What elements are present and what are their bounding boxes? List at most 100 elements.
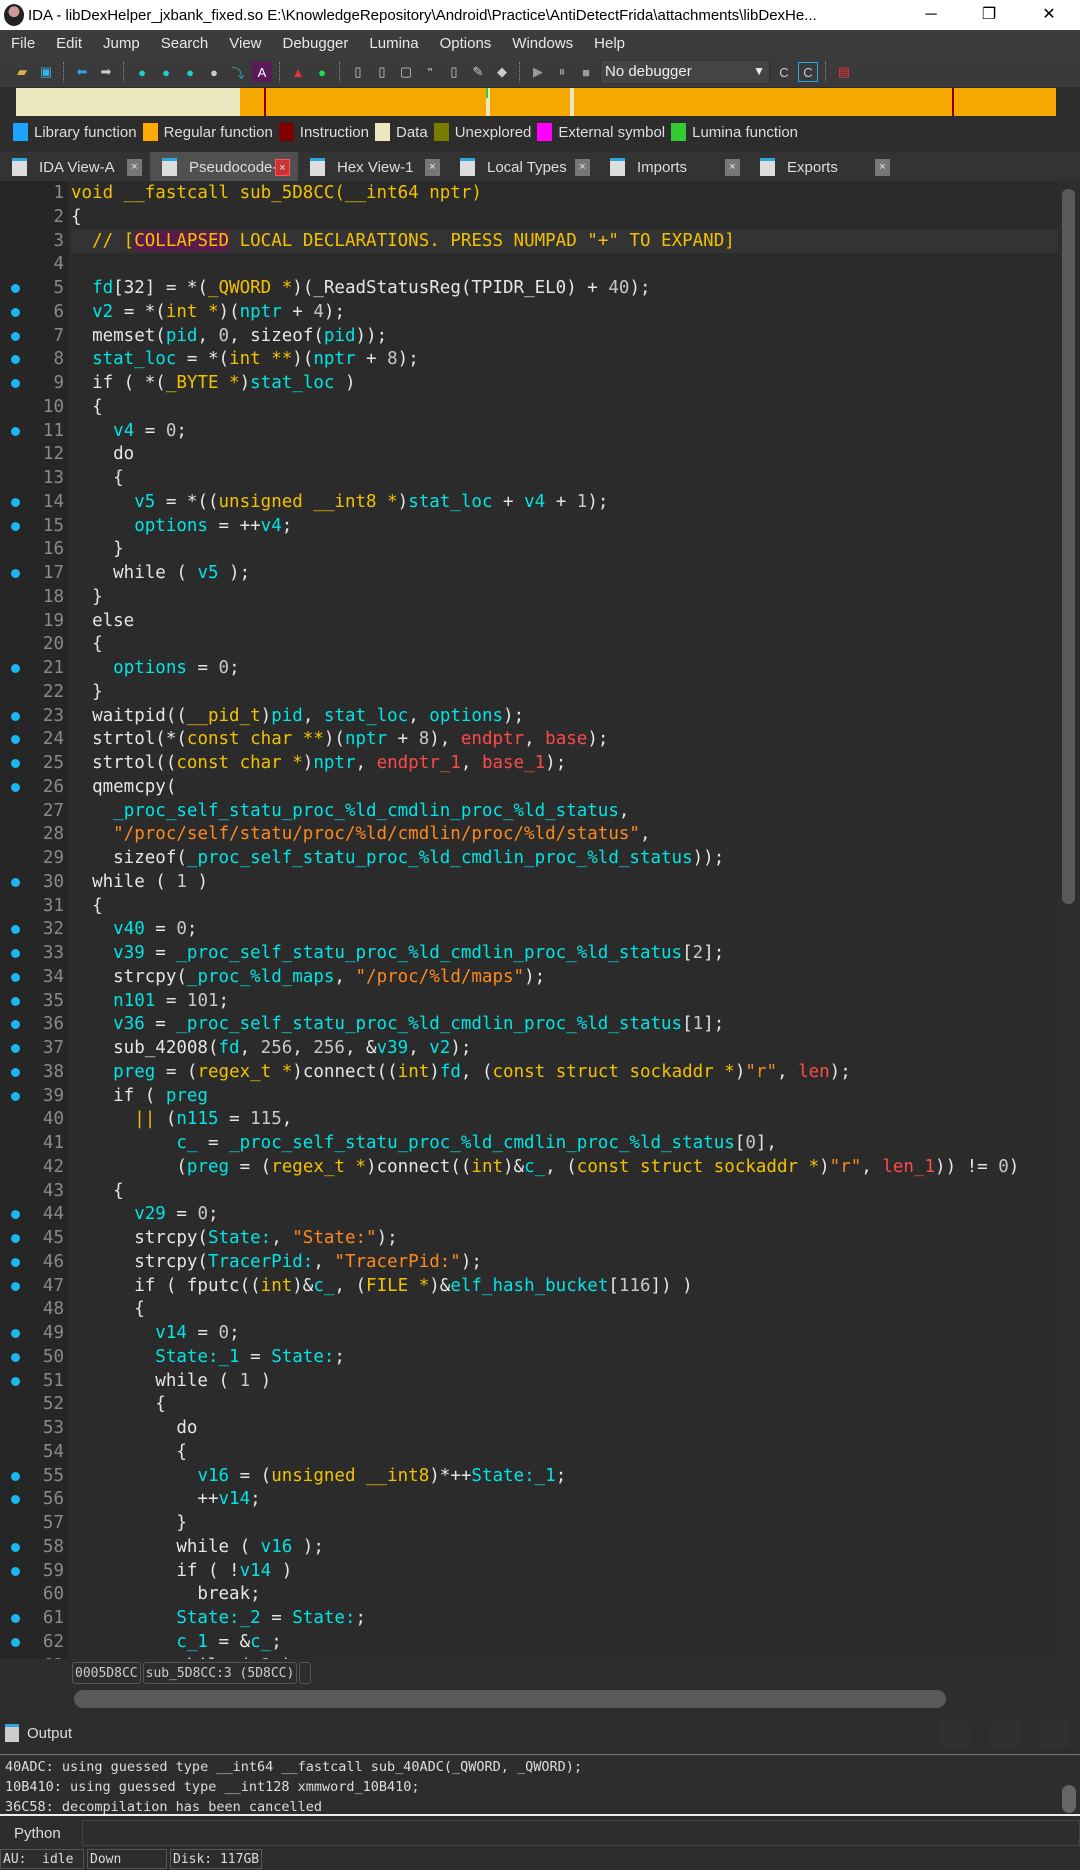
breakpoint-dot-icon[interactable] [11, 949, 20, 958]
menu-lumina[interactable]: Lumina [358, 35, 428, 52]
stop-icon[interactable]: ■ [576, 62, 596, 82]
scrollbar-thumb[interactable] [1062, 189, 1075, 904]
struct-icon[interactable]: ▢ [396, 62, 416, 82]
breakpoint-dot-icon[interactable] [11, 1091, 20, 1101]
tab-hex-view-1[interactable]: Hex View-1 × [298, 152, 448, 182]
code-icon[interactable]: ▯ [348, 62, 368, 82]
code-text[interactable]: break; [71, 1582, 260, 1606]
code-text[interactable]: { [71, 1179, 124, 1203]
tab-close-icon[interactable]: × [425, 159, 440, 176]
strings-icon[interactable]: A [252, 62, 272, 82]
undefine-icon[interactable]: ✎ [468, 62, 488, 82]
breakpoint-dot-icon[interactable] [11, 1281, 20, 1291]
breakpoint-dot-icon[interactable] [11, 521, 20, 531]
restore-button[interactable]: ❐ [966, 0, 1012, 30]
code-text[interactable]: sizeof(_proc_self_statu_proc_%ld_cmdlin_… [71, 846, 724, 870]
forward-icon[interactable]: ➡ [96, 62, 116, 82]
array-icon[interactable]: ▯ [444, 62, 464, 82]
menu-search[interactable]: Search [150, 35, 219, 52]
minimize-button[interactable]: ─ [908, 0, 954, 30]
menu-view[interactable]: View [218, 35, 271, 52]
open-icon[interactable]: ▰ [12, 62, 32, 82]
code-text[interactable]: (preg = (regex_t *)connect((int)&c_, (co… [71, 1155, 1019, 1179]
breakpoint-dot-icon[interactable] [11, 1566, 20, 1576]
code-text[interactable]: { [71, 1392, 166, 1416]
code-text[interactable]: while ( 1 ) [71, 1654, 292, 1660]
breakpoint-dot-icon[interactable] [11, 307, 20, 317]
breakpoint-dot-icon[interactable] [11, 284, 20, 293]
breakpoint-dot-icon[interactable] [11, 735, 20, 745]
code-text[interactable]: else [71, 609, 134, 633]
breakpoint-dot-icon[interactable] [11, 1210, 20, 1220]
tab-local-types[interactable]: Local Types × [448, 152, 598, 182]
breakpoint-dot-icon[interactable] [11, 1329, 20, 1338]
breakpoint-dot-icon[interactable] [11, 497, 20, 507]
save-icon[interactable]: ▣ [36, 62, 56, 82]
menu-help[interactable]: Help [583, 35, 635, 52]
code-text[interactable]: options = 0; [71, 656, 239, 680]
code-text[interactable]: _proc_self_statu_proc_%ld_cmdlin_proc_%l… [71, 799, 629, 823]
navigation-band[interactable] [16, 88, 1056, 116]
code-text[interactable]: v4 = 0; [71, 419, 187, 443]
back-icon[interactable]: ⬅ [72, 62, 92, 82]
tab-imports[interactable]: Imports × [598, 152, 748, 182]
code-text[interactable]: || (n115 = 115, [71, 1107, 292, 1131]
pause-icon[interactable]: ⏸ [552, 62, 572, 82]
code-text[interactable]: { [71, 1440, 187, 1464]
tab-close-icon[interactable]: × [275, 159, 290, 176]
breakpoint-dot-icon[interactable] [11, 1495, 20, 1505]
breakpoint-dot-icon[interactable] [11, 1067, 20, 1077]
code-text[interactable]: strtol((const char *)nptr, endptr_1, bas… [71, 751, 566, 775]
tab-pseudocode-a[interactable]: Pseudocode-A × [150, 152, 298, 182]
breakpoint-dot-icon[interactable] [11, 1637, 20, 1647]
breakpoint-dot-icon[interactable] [11, 1376, 20, 1386]
code-text[interactable]: options = ++v4; [71, 514, 292, 538]
code-text[interactable]: { [71, 205, 82, 229]
decompile-active-icon[interactable]: C [798, 62, 818, 82]
code-text[interactable]: do [71, 1416, 197, 1440]
code-text[interactable]: } [71, 585, 103, 609]
menu-options[interactable]: Options [429, 35, 502, 52]
tab-close-icon[interactable]: × [725, 159, 740, 176]
debugger-select[interactable]: No debugger ▼ [600, 60, 770, 84]
tab-close-icon[interactable]: × [575, 159, 590, 176]
panel-icon[interactable]: ▤ [834, 62, 854, 82]
code-text[interactable]: preg = (regex_t *)connect((int)fd, (cons… [71, 1060, 851, 1084]
decompile-icon[interactable]: C [774, 62, 794, 82]
code-text[interactable]: strcpy(_proc_%ld_maps, "/proc/%ld/maps")… [71, 965, 545, 989]
breakpoint-dot-icon[interactable] [11, 569, 20, 578]
code-text[interactable]: v5 = *((unsigned __int8 *)stat_loc + v4 … [71, 490, 608, 514]
code-text[interactable]: do [71, 442, 134, 466]
string-icon[interactable]: " [420, 62, 440, 82]
output-restore-button[interactable] [990, 1720, 1020, 1748]
menu-windows[interactable]: Windows [501, 35, 583, 52]
breakpoint-dot-icon[interactable] [11, 355, 20, 365]
code-text[interactable]: { [71, 1297, 145, 1321]
breakpoint-dot-icon[interactable] [11, 664, 20, 673]
run-green-icon[interactable]: ● [312, 62, 332, 82]
data-icon[interactable]: ▯ [372, 62, 392, 82]
breakpoint-dot-icon[interactable] [11, 925, 20, 935]
breakpoint-dot-icon[interactable] [11, 1257, 20, 1267]
code-text[interactable]: sub_42008(fd, 256, 256, &v39, v2); [71, 1036, 471, 1060]
breakpoint-dot-icon[interactable] [11, 331, 20, 341]
breakpoint-dot-icon[interactable] [11, 877, 20, 887]
output-close-button[interactable] [1040, 1720, 1070, 1748]
tab-exports[interactable]: Exports × [748, 152, 898, 182]
code-text[interactable]: v40 = 0; [71, 917, 197, 941]
breakpoint-dot-icon[interactable] [11, 1020, 20, 1030]
breakpoint-dot-icon[interactable] [11, 1471, 20, 1481]
code-text[interactable]: fd[32] = *(_QWORD *)(_ReadStatusReg(TPID… [71, 276, 650, 300]
code-text[interactable]: { [71, 395, 103, 419]
vertical-scrollbar[interactable] [1058, 181, 1080, 1659]
code-text[interactable]: stat_loc = *(int **)(nptr + 8); [71, 347, 419, 371]
breakpoint-dot-icon[interactable] [11, 1352, 20, 1362]
code-text[interactable]: } [71, 1511, 187, 1535]
code-text[interactable]: "/proc/self/statu/proc/%ld/cmdlin/proc/%… [71, 822, 650, 846]
code-text[interactable]: qmemcpy( [71, 775, 176, 799]
code-text[interactable]: void __fastcall sub_5D8CC(__int64 nptr) [71, 181, 482, 205]
output-log[interactable]: 40ADC: using guessed type __int64 __fast… [0, 1754, 1080, 1816]
breakpoint-dot-icon[interactable] [11, 1542, 20, 1552]
breakpoint-dot-icon[interactable] [11, 996, 20, 1006]
code-text[interactable]: { [71, 894, 103, 918]
